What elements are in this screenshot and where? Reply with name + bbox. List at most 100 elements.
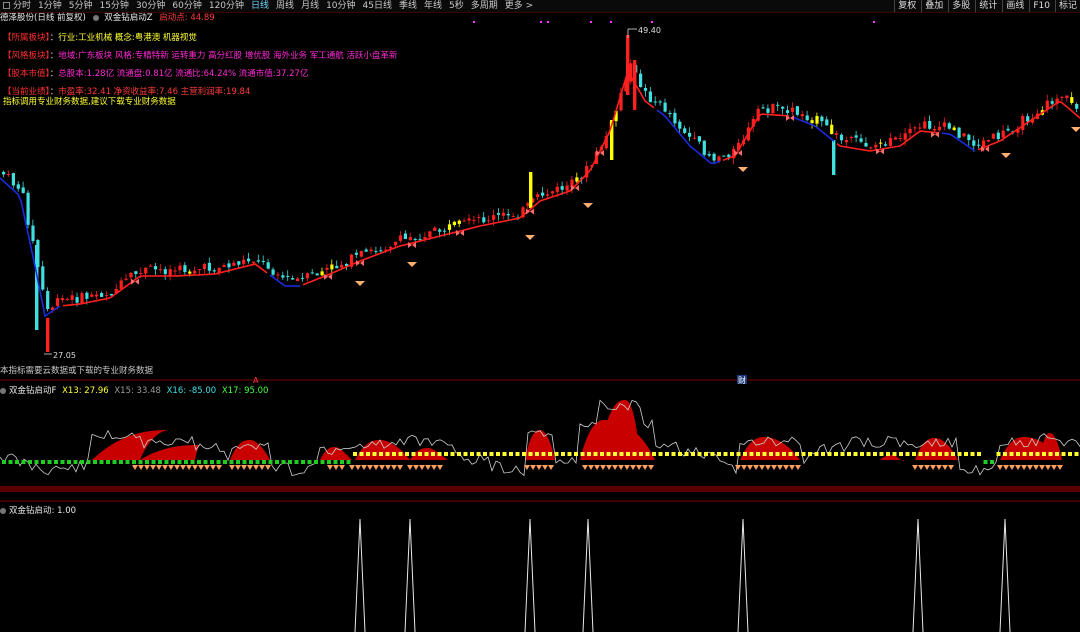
level-dot [743,452,747,456]
signal-bowtie [1057,465,1063,470]
candle-body [26,192,30,225]
candle-body [1075,103,1079,109]
signal-bowtie [542,465,548,470]
signal-bowtie [912,465,918,470]
signal-bowtie [1015,465,1021,470]
candle-body [188,271,192,274]
level-dot [684,452,689,456]
candle-body [472,219,476,221]
panel2-name[interactable]: 双金钻启动F [9,386,56,396]
candle-body [247,258,251,262]
signal-bowtie [373,465,379,470]
signal-bowtie [349,465,355,470]
candle-body [800,114,804,117]
level-dot [645,452,650,456]
level-dot [626,452,630,456]
candle-body [707,154,711,156]
signal-bowtie [948,465,954,470]
signal-bowtie [741,465,747,470]
diamond-marker [738,167,748,172]
level-dot [1016,452,1020,456]
level-dot [197,460,201,464]
signal-bowtie [1045,465,1051,470]
level-dot [418,452,422,456]
level-dot [405,452,409,456]
candle-body [545,194,550,196]
level-dot [554,452,559,456]
candle-body [884,144,888,146]
candle-body [364,249,368,252]
level-dot [606,452,611,456]
level-dot [632,452,637,456]
signal-bowtie [1027,465,1033,470]
candle-body [492,215,496,220]
indicator-panel-f [0,399,1080,492]
panel3-value: : 1.00 [51,506,77,516]
level-dot [34,460,39,464]
candle-body [830,124,834,135]
candle-body [447,224,452,230]
candle-body [903,133,907,140]
candle-body [487,220,491,222]
signal-bowtie [379,465,385,470]
level-dot [918,452,923,456]
candle-body [281,275,285,278]
candle-body [541,192,545,196]
level-dot [268,460,273,464]
panel3-name[interactable]: 双金钻启动 [9,506,52,516]
level-dot [808,452,812,456]
candle-body [482,217,486,223]
signal-bowtie [747,465,753,470]
candle-body [977,144,981,146]
candle-body [286,275,290,277]
candle-body [178,265,182,271]
candle-body [683,128,687,133]
level-dot [301,460,305,464]
signal-bowtie [582,465,588,470]
level-dot [964,452,968,456]
candle-body [854,135,858,138]
level-dot [509,452,513,456]
level-dot [925,452,929,456]
level-dot [613,452,617,456]
signal-bowtie [407,465,413,470]
level-dot [158,460,162,464]
signal-bowtie [253,465,259,470]
level-dot [853,452,858,456]
signal-bowtie [397,465,403,470]
level-dot [567,452,572,456]
candle-body [648,91,652,103]
candle-body [11,173,15,186]
signal-bowtie [530,465,536,470]
signal-bowtie [355,465,361,470]
level-dot [736,452,741,456]
signal-dot [651,21,653,23]
candle-body [261,260,265,262]
candle-body [193,270,197,274]
candle-body [967,134,971,141]
diamond-marker [1071,127,1080,132]
candle-body [374,251,378,253]
signal-bowtie [1033,465,1039,470]
signal-bowtie [425,465,431,470]
candle-body [957,127,961,138]
signal-bowtie [618,465,624,470]
candle-body [46,318,50,352]
level-dot [307,460,312,464]
candle-body [124,278,128,280]
signal-dot [873,21,875,23]
candle-body [712,153,716,161]
level-dot [912,452,916,456]
signal-bowtie [594,465,600,470]
candle-body [266,262,270,269]
level-dot [54,460,58,464]
level-dot [411,452,416,456]
level-dot [1029,452,1033,456]
candle-body [35,245,39,330]
candle-body [560,186,564,190]
panel2-x16: X16: -85.00 [166,386,217,396]
signal-bowtie [735,465,741,470]
signal-bowtie [216,465,222,470]
candle-body [55,298,60,306]
signal-bowtie [192,465,198,470]
